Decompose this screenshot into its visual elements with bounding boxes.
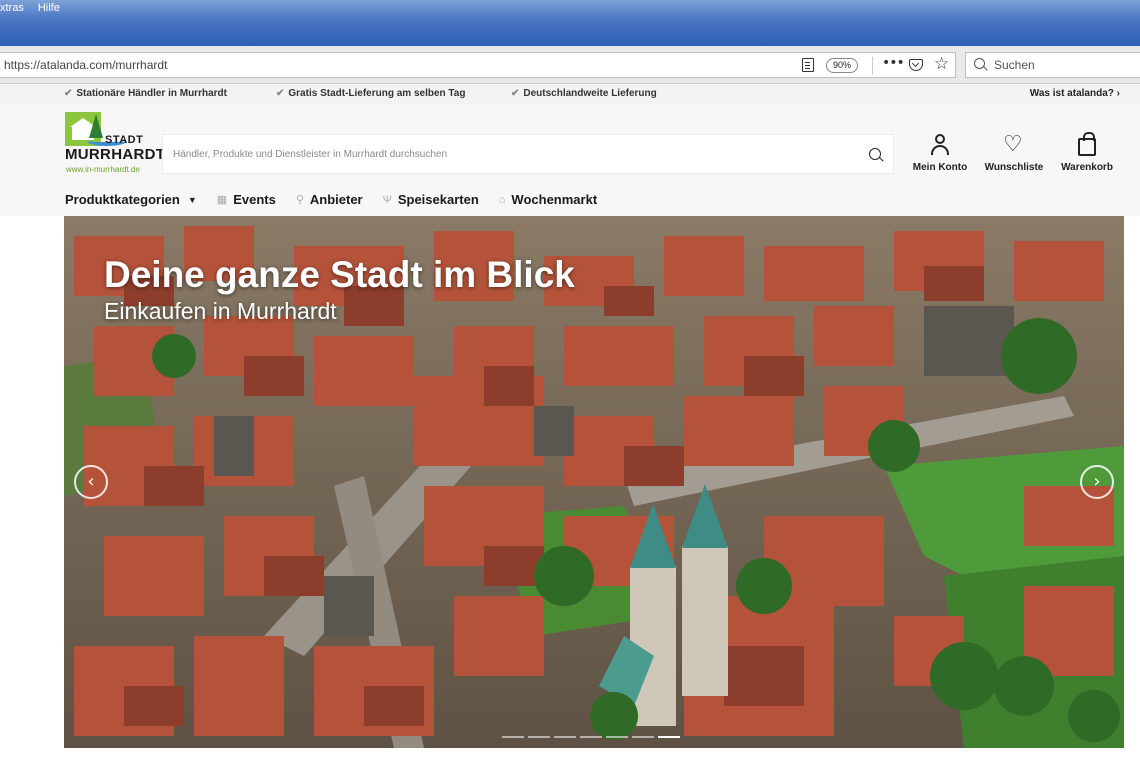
check-icon: ✔ (64, 88, 73, 99)
hero-title: Deine ganze Stadt im Blick (104, 254, 575, 295)
url-text: https://atalanda.com/murrhardt (4, 58, 168, 72)
logo-stadt-text: STADT (105, 134, 144, 146)
search-icon (974, 58, 985, 69)
slider-dot[interactable] (658, 736, 680, 738)
pocket-icon[interactable] (909, 59, 923, 71)
logo-city-name: MURRHARDT (65, 146, 166, 163)
cart-label: Warenkorb (1061, 162, 1113, 173)
wishlist-label: Wunschliste (984, 162, 1044, 173)
slider-dot[interactable] (528, 736, 550, 738)
nav-menus[interactable]: Ψ Speisekarten (383, 192, 479, 207)
slider-next-button[interactable]: › (1080, 465, 1114, 499)
site-search-input[interactable] (163, 135, 853, 173)
more-icon[interactable]: ••• (882, 55, 905, 71)
wishlist-button[interactable]: ♡ Wunschliste (974, 134, 1054, 178)
divider (872, 57, 873, 75)
slider-dot[interactable] (632, 736, 654, 738)
chevron-right-icon: › (1093, 471, 1101, 492)
cutlery-icon: Ψ (382, 193, 392, 206)
address-bar[interactable]: https://atalanda.com/murrhardt 90% ••• ☆ (0, 52, 956, 78)
shopping-bag-icon (1078, 132, 1096, 156)
slider-dot[interactable] (606, 736, 628, 738)
window-menubar: xtras Hilfe (0, 0, 1140, 46)
user-icon (930, 134, 950, 156)
usp-item: ✔ Stationäre Händler in Murrhardt (64, 88, 227, 99)
market-basket-icon: ⌂ (498, 193, 506, 206)
calendar-icon: ▦ (216, 194, 228, 206)
site-search-box (162, 134, 894, 174)
chevron-left-icon: ‹ (87, 471, 95, 492)
browser-toolbar: https://atalanda.com/murrhardt 90% ••• ☆… (0, 46, 1140, 84)
caret-down-icon: ▼ (187, 194, 197, 205)
what-is-atalanda-link[interactable]: Was ist atalanda? › (1030, 88, 1120, 99)
slider-prev-button[interactable]: ‹ (74, 465, 108, 499)
nav-product-categories[interactable]: Produktkategorien ▼ (65, 192, 197, 207)
nav-weekly-market[interactable]: ⌂ Wochenmarkt (499, 192, 597, 207)
bookmark-star-icon[interactable]: ☆ (934, 54, 949, 74)
site-header: STADT MURRHARDT www.in-murrhardt.de Mein… (0, 104, 1140, 216)
nav-events[interactable]: ▦ Events (217, 192, 276, 207)
check-icon: ✔ (276, 88, 285, 99)
chevron-right-icon: › (1116, 88, 1120, 99)
menu-help[interactable]: Hilfe (38, 2, 60, 14)
hero-subtitle: Einkaufen in Murrhardt (104, 298, 337, 324)
usp-bar: ✔ Stationäre Händler in Murrhardt ✔ Gratis… (0, 84, 1140, 104)
zoom-level[interactable]: 90% (826, 58, 859, 73)
main-nav: Produktkategorien ▼ ▦ Events ⚲ Anbieter Ψ Sp… (65, 192, 597, 207)
slider-dot[interactable] (580, 736, 602, 738)
account-label: Mein Konto (912, 162, 968, 173)
reader-view-icon[interactable] (802, 58, 814, 72)
nav-vendors[interactable]: ⚲ Anbieter (296, 192, 363, 207)
slider-dot[interactable] (554, 736, 576, 738)
hero-slider: Deine ganze Stadt im Blick Einkaufen in … (64, 216, 1124, 748)
menu-extras[interactable]: xtras (0, 2, 24, 14)
search-icon[interactable] (869, 148, 881, 160)
map-pin-icon: ⚲ (295, 194, 304, 206)
slider-pagination (502, 736, 680, 738)
browser-search-placeholder: Suchen (994, 58, 1035, 72)
murrhardt-logo[interactable]: STADT MURRHARDT www.in-murrhardt.de (65, 112, 165, 176)
heart-icon: ♡ (1003, 132, 1023, 157)
cart-button[interactable]: Warenkorb (1047, 132, 1127, 178)
slider-dot[interactable] (502, 736, 524, 738)
browser-search-box[interactable]: Suchen (965, 52, 1140, 78)
account-button[interactable]: Mein Konto (900, 134, 980, 178)
usp-item: ✔ Deutschlandweite Lieferung (511, 88, 657, 99)
logo-url: www.in-murrhardt.de (66, 165, 140, 174)
usp-item: ✔ Gratis Stadt-Lieferung am selben Tag (276, 88, 466, 99)
check-icon: ✔ (511, 88, 520, 99)
